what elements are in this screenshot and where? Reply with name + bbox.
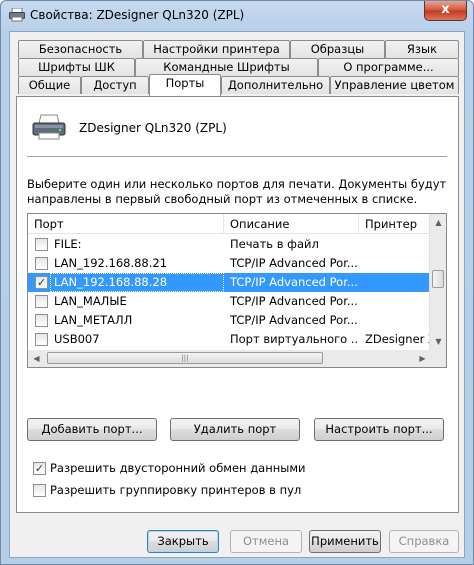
port-name: LAN_МЕТАЛЛ	[54, 313, 133, 327]
port-printer	[365, 235, 431, 254]
horizontal-scrollbar[interactable]: ◀ ||| ▶	[28, 350, 446, 367]
port-printer	[365, 254, 431, 273]
tab-color-management[interactable]: Управление цветом	[330, 76, 459, 94]
horizontal-scroll-thumb[interactable]: |||	[47, 352, 323, 364]
port-printer	[365, 292, 431, 311]
tab-advanced[interactable]: Дополнительно	[221, 76, 330, 94]
pooling-checkbox[interactable]	[33, 484, 46, 497]
printer-icon	[9, 8, 25, 22]
dialog-client-area: Безопасность Настройки принтера Образцы …	[9, 31, 465, 558]
tab-security[interactable]: Безопасность	[18, 40, 143, 58]
port-checkbox[interactable]	[35, 333, 48, 346]
port-printer: ZDesigner Z	[365, 332, 431, 346]
port-description: TCP/IP Advanced Por...	[230, 294, 358, 308]
port-description: Печать в файл	[230, 237, 319, 251]
port-description: TCP/IP Advanced Por...	[230, 275, 358, 289]
scroll-right-icon[interactable]: ▶	[414, 350, 431, 367]
column-header-port[interactable]: Порт	[28, 214, 224, 234]
vertical-scrollbar[interactable]: ▲ ▼	[429, 214, 446, 350]
configure-port-button[interactable]: Настроить порт...	[314, 418, 444, 441]
port-name: LAN_192.168.88.28	[50, 273, 224, 292]
title-bar[interactable]: Свойства: ZDesigner QLn320 (ZPL) x	[1, 1, 473, 31]
table-row[interactable]: USB007 Порт виртуального ... ZDesigner Z	[28, 330, 431, 349]
port-checkbox[interactable]	[35, 238, 48, 251]
tab-sharing[interactable]: Доступ	[81, 76, 149, 94]
tab-about[interactable]: О программе...	[318, 58, 459, 76]
tab-ports[interactable]: Порты	[149, 74, 221, 96]
scroll-left-icon[interactable]: ◀	[28, 350, 45, 367]
printer-icon	[32, 114, 66, 140]
table-row[interactable]: FILE: Печать в файл	[28, 235, 431, 254]
scroll-up-icon[interactable]: ▲	[430, 214, 446, 231]
printer-name: ZDesigner QLn320 (ZPL)	[79, 121, 227, 135]
ports-tab-page: ZDesigner QLn320 (ZPL) Выберите один или…	[16, 96, 459, 513]
port-checkbox[interactable]	[35, 314, 48, 327]
bidirectional-checkbox[interactable]: ✓	[33, 462, 46, 475]
port-checkbox[interactable]	[35, 295, 48, 308]
add-port-button[interactable]: Добавить порт...	[27, 418, 157, 441]
pooling-label: Разрешить группировку принтеров в пул	[50, 483, 302, 497]
vertical-scroll-thumb[interactable]	[432, 270, 444, 288]
table-row[interactable]: LAN_МАЛЫЕ TCP/IP Advanced Por...	[28, 292, 431, 311]
column-header-description[interactable]: Описание	[224, 214, 359, 234]
port-name: FILE:	[54, 237, 82, 251]
port-printer	[365, 311, 431, 330]
tab-language[interactable]: Язык	[385, 40, 459, 58]
tab-printer-settings[interactable]: Настройки принтера	[143, 40, 290, 58]
port-name: LAN_192.168.88.21	[54, 256, 168, 270]
port-checkbox[interactable]: ✓	[35, 276, 48, 289]
column-header-printer[interactable]: Принтер	[359, 214, 431, 234]
bidirectional-option[interactable]: ✓ Разрешить двусторонний обмен данными	[33, 461, 306, 477]
bidirectional-label: Разрешить двусторонний обмен данными	[50, 461, 306, 475]
tab-samples[interactable]: Образцы	[290, 40, 385, 58]
close-window-button[interactable]: x	[424, 1, 467, 21]
port-description: TCP/IP Advanced Por...	[230, 313, 358, 327]
table-row[interactable]: LAN_МЕТАЛЛ TCP/IP Advanced Por...	[28, 311, 431, 330]
pooling-option[interactable]: Разрешить группировку принтеров в пул	[33, 483, 301, 499]
tab-barcode-fonts[interactable]: Шрифты ШК	[18, 58, 135, 76]
port-description: TCP/IP Advanced Por...	[230, 256, 358, 270]
ports-description: Выберите один или несколько портов для п…	[27, 177, 447, 206]
close-button[interactable]: Закрыть	[147, 530, 219, 553]
port-name: LAN_МАЛЫЕ	[54, 294, 127, 308]
cancel-button[interactable]: Отмена	[230, 530, 302, 553]
table-row[interactable]: LAN_192.168.88.21 TCP/IP Advanced Por...	[28, 254, 431, 273]
port-description: Порт виртуального ...	[230, 332, 358, 346]
window-title: Свойства: ZDesigner QLn320 (ZPL)	[30, 8, 245, 22]
ports-list[interactable]: Порт Описание Принтер FILE: Печать в фай…	[27, 213, 447, 368]
port-checkbox[interactable]	[35, 257, 48, 270]
tab-general[interactable]: Общие	[18, 76, 81, 94]
port-printer	[365, 273, 431, 292]
properties-window: Свойства: ZDesigner QLn320 (ZPL) x Безоп…	[0, 0, 474, 565]
port-name: USB007	[54, 332, 100, 346]
separator	[27, 156, 447, 157]
delete-port-button[interactable]: Удалить порт	[170, 418, 300, 441]
help-button[interactable]: Справка	[389, 530, 459, 553]
apply-button[interactable]: Применить	[309, 530, 381, 553]
scroll-down-icon[interactable]: ▼	[430, 333, 446, 350]
ports-list-header: Порт Описание Принтер	[28, 214, 431, 234]
table-row[interactable]: ✓ LAN_192.168.88.28 TCP/IP Advanced Por.…	[28, 273, 431, 292]
